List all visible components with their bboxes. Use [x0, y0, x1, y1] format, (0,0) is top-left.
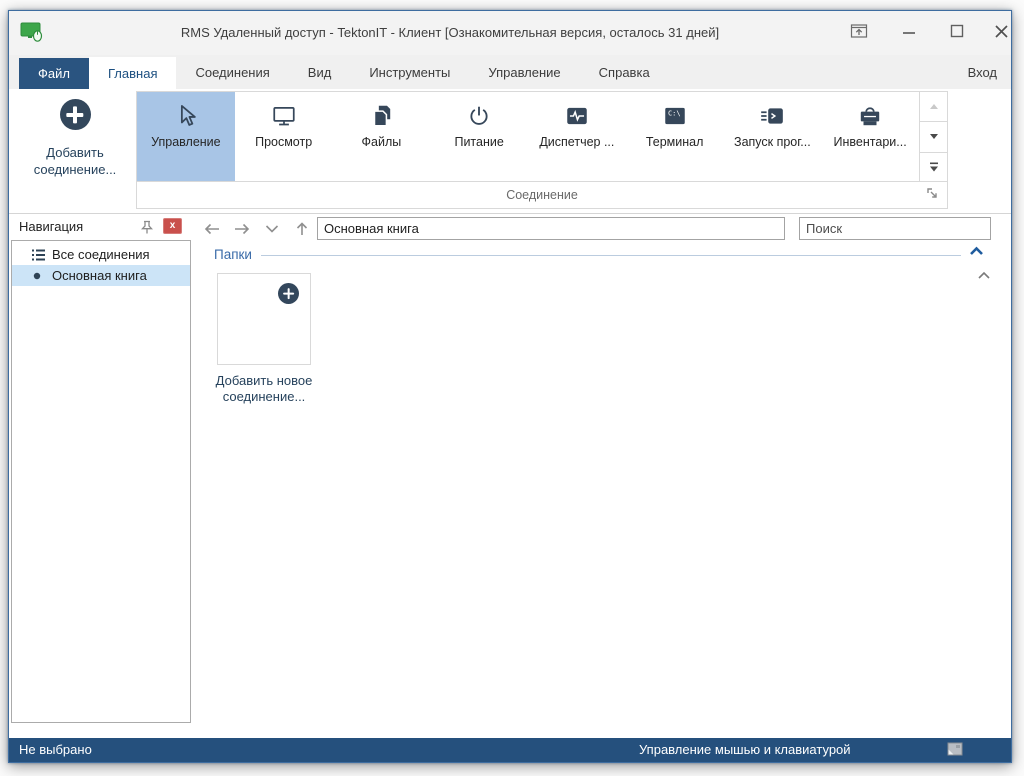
svg-text:C:\: C:\ [668, 108, 681, 117]
fullscreen-toggle-icon[interactable] [847, 19, 871, 43]
tab-instrumenty[interactable]: Инструменты [350, 55, 469, 89]
run-program-icon [759, 100, 785, 132]
address-input[interactable] [317, 217, 785, 240]
folders-section-label: Папки [214, 247, 252, 262]
tree-item-all-connections[interactable]: Все соединения [12, 244, 190, 265]
back-icon[interactable] [197, 217, 227, 241]
history-toolbar [197, 217, 317, 241]
navigation-panel-title: Навигация [19, 219, 83, 234]
ribbon-button-terminal[interactable]: C:\ Терминал [626, 92, 724, 182]
app-logo-icon [20, 21, 46, 43]
status-bar: Не выбрано Управление мышью и клавиатуро… [9, 738, 1011, 762]
ribbon-button-prosmotr[interactable]: Просмотр [235, 92, 333, 182]
up-level-icon[interactable] [287, 217, 317, 241]
inventory-icon [857, 100, 883, 132]
history-dropdown-icon[interactable] [257, 217, 287, 241]
ribbon-button-dispetcher[interactable]: Диспетчер ... [528, 92, 626, 182]
bullet-icon [31, 271, 46, 281]
collapse-ribbon-icon[interactable] [977, 271, 995, 285]
control-mode-status: Управление мышью и клавиатурой [639, 742, 851, 757]
login-button[interactable]: Вход [968, 55, 997, 89]
ribbon-button-zapusk-programm[interactable]: Запуск прог... [724, 92, 822, 182]
scroll-down-icon[interactable] [920, 122, 947, 152]
ribbon-tab-row: Файл Главная Соединения Вид Инструменты … [9, 55, 1011, 89]
monitor-icon [271, 100, 297, 132]
plus-icon [60, 99, 91, 130]
ribbon-button-inventarizaciya[interactable]: Инвентари... [821, 92, 919, 182]
forward-icon[interactable] [227, 217, 257, 241]
app-window: RMS Удаленный доступ - TektonIT - Клиент… [8, 10, 1012, 763]
ribbon-group-label: Соединение [137, 181, 947, 208]
terminal-icon: C:\ [662, 100, 688, 132]
section-divider [261, 255, 961, 256]
power-icon [467, 100, 491, 132]
tab-upravlenie[interactable]: Управление [469, 55, 579, 89]
selection-status: Не выбрано [19, 742, 92, 757]
add-new-connection-label: Добавить новое соединение... [202, 373, 326, 405]
ribbon-button-faily[interactable]: Файлы [333, 92, 431, 182]
close-icon[interactable] [989, 19, 1013, 43]
tree-item-main-book[interactable]: Основная книга [12, 265, 190, 286]
ribbon-button-pitanie[interactable]: Питание [430, 92, 528, 182]
tab-vid[interactable]: Вид [289, 55, 351, 89]
close-navigation-button[interactable]: x [163, 218, 182, 234]
window-title: RMS Удаленный доступ - TektonIT - Клиент… [69, 25, 831, 40]
ribbon: Добавить соединение... Управление [9, 89, 1011, 214]
collapse-section-icon[interactable] [969, 246, 987, 260]
ribbon-button-upravlenie[interactable]: Управление [137, 92, 235, 182]
scroll-up-icon[interactable] [920, 92, 947, 122]
tab-spravka[interactable]: Справка [580, 55, 669, 89]
task-manager-icon [564, 100, 590, 132]
connections-tree: Все соединения Основная книга [11, 240, 191, 723]
screen-mode-icon[interactable] [947, 742, 964, 757]
maximize-icon[interactable] [945, 19, 969, 43]
search-input[interactable] [799, 217, 991, 240]
pin-icon[interactable] [137, 217, 157, 237]
add-connection-button[interactable]: Добавить соединение... [15, 93, 135, 178]
tab-file[interactable]: Файл [19, 58, 89, 89]
tab-glavnaya[interactable]: Главная [89, 57, 176, 89]
ribbon-group-connection: Управление Просмотр [136, 91, 948, 209]
add-new-connection-tile[interactable] [217, 273, 311, 365]
scroll-page-down-icon[interactable] [920, 153, 947, 182]
title-bar: RMS Удаленный доступ - TektonIT - Клиент… [9, 11, 1011, 55]
files-icon [369, 100, 393, 132]
plus-icon [278, 283, 299, 304]
minimize-icon[interactable] [897, 19, 921, 43]
dialog-launcher-icon[interactable] [926, 187, 940, 201]
ribbon-scroll-strip [919, 92, 947, 182]
cursor-icon [174, 100, 198, 132]
list-icon [31, 248, 46, 262]
tab-soedineniya[interactable]: Соединения [176, 55, 288, 89]
